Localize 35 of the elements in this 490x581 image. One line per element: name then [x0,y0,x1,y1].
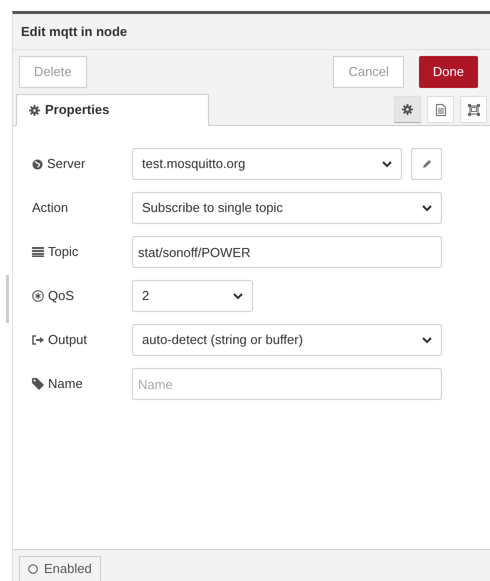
chevron-down-icon [422,336,432,344]
field-label: QoS [48,287,74,306]
select-field[interactable]: test.mosquitto.org [132,148,402,180]
pencil-icon [422,159,432,169]
input-field[interactable]: Name [132,368,442,400]
field-label: Name [48,375,83,394]
select-field[interactable]: auto-detect (string or buffer) [132,324,442,356]
chevron-down-icon [233,292,243,300]
properties-tab[interactable]: Properties [16,94,209,126]
edit-button[interactable] [411,148,442,180]
field-label: Topic [48,243,78,262]
circle-icon [28,564,38,574]
dialog-title: Edit mqtt in node [21,22,128,41]
description-tab-button[interactable] [427,96,454,123]
list-icon [32,247,44,257]
gear-icon [402,104,413,115]
gear-icon [29,104,40,116]
field-label: Output [48,331,88,350]
field-label: Action [32,199,68,218]
input-field[interactable]: stat/sonoff/POWER [132,236,442,268]
chevron-down-icon [422,204,432,212]
enabled-toggle[interactable]: Enabled [19,556,101,581]
asterisk-circle-icon [32,290,44,302]
sign-out-icon [32,335,44,345]
scroll-handle[interactable] [6,275,9,323]
frame-icon [468,104,480,116]
tag-icon [32,378,44,390]
chevron-down-icon [382,160,392,168]
settings-tab-button[interactable] [394,96,421,123]
document-icon [436,104,446,116]
field-label: Server [47,155,86,174]
select-field[interactable]: Subscribe to single topic [132,192,442,224]
appearance-tab-button[interactable] [460,96,487,123]
select-field[interactable]: 2 [132,280,253,312]
done-button[interactable]: Done [418,56,478,88]
